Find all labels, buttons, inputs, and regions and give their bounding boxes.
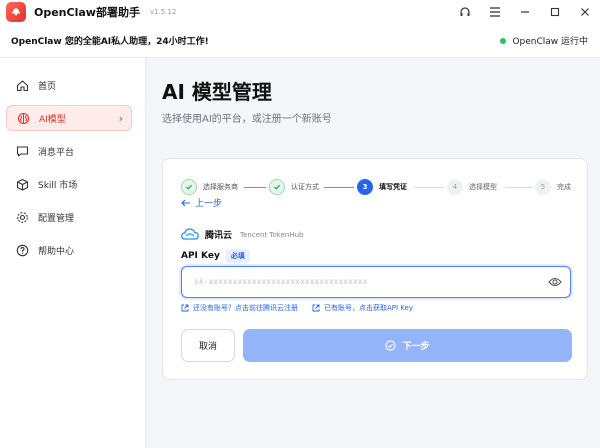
chevron-right-icon: › bbox=[118, 111, 123, 125]
register-link-label: 还没有账号？点击前往腾讯云注册 bbox=[193, 304, 298, 312]
tagline: OpenClaw 您的全能AI私人助理，24小时工作! bbox=[11, 37, 209, 47]
cube-icon bbox=[15, 177, 29, 191]
gear-icon bbox=[15, 210, 29, 224]
sidebar-item-home[interactable]: 首页 bbox=[6, 72, 132, 98]
step-label: 选择模型 bbox=[469, 183, 497, 191]
sidebar-item-skill-market[interactable]: Skill 市场 bbox=[6, 171, 132, 197]
sidebar-item-label: 首页 bbox=[38, 81, 57, 92]
step-2: 认证方式 bbox=[269, 179, 319, 195]
step-1: 选择服务商 bbox=[181, 179, 238, 195]
cancel-button[interactable]: 取消 bbox=[181, 329, 235, 362]
sidebar-item-help[interactable]: 帮助中心 bbox=[6, 237, 132, 263]
status-dot-icon bbox=[500, 37, 507, 44]
setup-card: 选择服务商 认证方式 3 填写凭证 4 选择模型 5 完成 上一步 腾讯云 Te… bbox=[162, 158, 588, 380]
sidebar-item-ai-model[interactable]: AI模型 › bbox=[6, 105, 132, 131]
info-bar: OpenClaw 您的全能AI私人助理，24小时工作! OpenClaw 运行中 bbox=[0, 24, 600, 58]
arrow-left-icon bbox=[181, 199, 190, 206]
step-label: 认证方式 bbox=[291, 183, 319, 191]
home-icon bbox=[15, 78, 29, 92]
provider-subtitle: Tencent TokenHub bbox=[240, 230, 304, 239]
app-logo bbox=[6, 2, 26, 22]
check-circle-icon bbox=[385, 340, 397, 351]
step-label: 选择服务商 bbox=[203, 183, 238, 191]
sidebar: 首页 AI模型 › 消息平台 Skill 市场 配置管理 帮助中心 bbox=[0, 58, 146, 448]
sidebar-item-label: 消息平台 bbox=[38, 147, 75, 158]
get-key-link[interactable]: 已有账号，点击获取API Key bbox=[312, 303, 413, 313]
external-link-icon bbox=[312, 304, 320, 312]
next-button-label: 下一步 bbox=[402, 342, 430, 352]
step-number: 5 bbox=[535, 179, 551, 195]
title-bar: OpenClaw部署助手 v1.5.12 bbox=[0, 0, 600, 24]
check-icon bbox=[269, 179, 285, 195]
sidebar-item-messaging[interactable]: 消息平台 bbox=[6, 138, 132, 164]
step-5: 5 完成 bbox=[535, 179, 571, 195]
step-connector bbox=[505, 187, 533, 188]
step-3: 3 填写凭证 bbox=[357, 179, 407, 195]
status-indicator: OpenClaw 运行中 bbox=[500, 34, 588, 47]
step-label: 完成 bbox=[557, 183, 571, 191]
register-link[interactable]: 还没有账号？点击前往腾讯云注册 bbox=[181, 303, 298, 313]
status-text: OpenClaw 运行中 bbox=[512, 37, 588, 47]
menu-icon[interactable] bbox=[480, 0, 510, 24]
maximize-icon[interactable] bbox=[540, 0, 570, 24]
eye-icon[interactable] bbox=[548, 276, 562, 288]
close-icon[interactable] bbox=[570, 0, 600, 24]
app-title: OpenClaw部署助手 bbox=[34, 6, 140, 19]
external-link-icon bbox=[181, 304, 189, 312]
required-badge: 必填 bbox=[225, 249, 250, 263]
page-title: AI 模型管理 bbox=[162, 80, 272, 104]
sidebar-item-label: 帮助中心 bbox=[38, 246, 75, 257]
api-key-label: API Key bbox=[181, 251, 220, 261]
help-icon bbox=[15, 243, 29, 257]
help-links: 还没有账号？点击前往腾讯云注册 已有账号，点击获取API Key bbox=[181, 303, 427, 313]
api-key-field bbox=[181, 266, 571, 298]
chat-icon bbox=[15, 144, 29, 158]
page-subtitle: 选择使用AI的平台，或注册一个新账号 bbox=[162, 114, 332, 125]
minimize-icon[interactable] bbox=[510, 0, 540, 24]
next-button[interactable]: 下一步 bbox=[243, 329, 572, 362]
step-4: 4 选择模型 bbox=[447, 179, 497, 195]
brain-icon bbox=[16, 111, 30, 125]
cloud-icon bbox=[181, 225, 199, 244]
check-icon bbox=[181, 179, 197, 195]
back-label: 上一步 bbox=[195, 199, 223, 209]
step-number: 3 bbox=[357, 179, 373, 195]
step-connector bbox=[244, 187, 266, 188]
api-key-input[interactable] bbox=[192, 267, 542, 296]
stepper: 选择服务商 认证方式 3 填写凭证 4 选择模型 5 完成 bbox=[181, 179, 573, 195]
step-number: 4 bbox=[447, 179, 463, 195]
get-key-link-label: 已有账号，点击获取API Key bbox=[324, 304, 413, 312]
api-key-label-row: API Key 必填 bbox=[181, 249, 250, 263]
provider-name: 腾讯云 bbox=[205, 231, 233, 241]
provider-info: 腾讯云 Tencent TokenHub bbox=[181, 225, 303, 244]
step-label: 填写凭证 bbox=[379, 183, 407, 191]
back-link[interactable]: 上一步 bbox=[181, 196, 222, 209]
step-connector bbox=[324, 187, 354, 188]
sidebar-item-label: Skill 市场 bbox=[38, 180, 78, 191]
step-connector bbox=[414, 187, 444, 188]
sidebar-item-label: AI模型 bbox=[39, 114, 66, 125]
headset-icon[interactable] bbox=[450, 0, 480, 24]
app-version: v1.5.12 bbox=[149, 8, 177, 16]
sidebar-item-label: 配置管理 bbox=[38, 213, 75, 224]
sidebar-item-config[interactable]: 配置管理 bbox=[6, 204, 132, 230]
